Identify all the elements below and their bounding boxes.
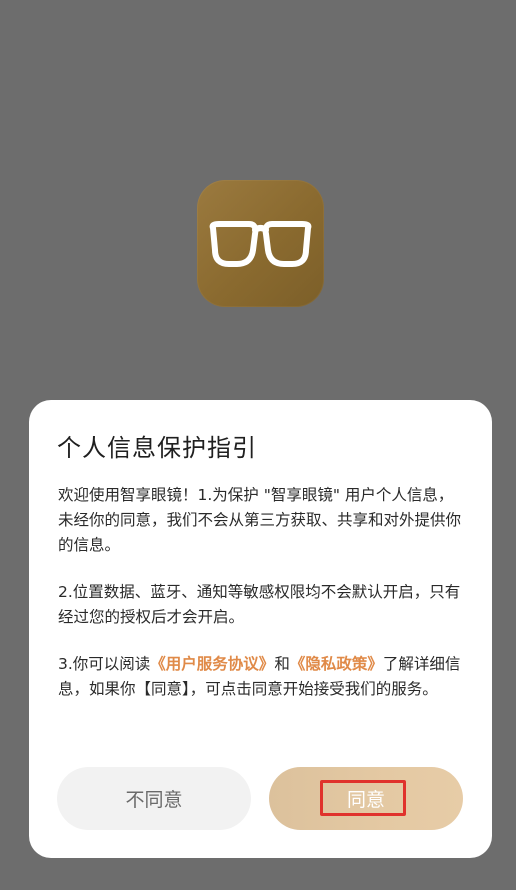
agree-button-label: 同意	[346, 789, 385, 811]
screen: 个人信息保护指引 欢迎使用智享眼镜！1.为保护 "智享眼镜" 用户个人信息，未经…	[0, 0, 516, 890]
paragraph-permissions: 2.位置数据、蓝牙、通知等敏感权限均不会默认开启，只有经过您的授权后才会开启。	[58, 583, 461, 626]
paragraph-agreements-prefix: 3.你可以阅读	[58, 655, 151, 673]
dialog-body: 欢迎使用智享眼镜！1.为保护 "智享眼镜" 用户个人信息，未经你的同意，我们不会…	[58, 483, 466, 724]
agree-button[interactable]: 同意	[269, 767, 463, 830]
paragraph-agreements-and: 和	[274, 655, 290, 673]
paragraph-agreements: 3.你可以阅读《用户服务协议》和《隐私政策》了解详细信息，如果你【同意】，可点击…	[58, 652, 466, 702]
disagree-button[interactable]: 不同意	[57, 767, 251, 830]
disagree-button-label: 不同意	[125, 789, 183, 811]
privacy-dialog: 个人信息保护指引 欢迎使用智享眼镜！1.为保护 "智享眼镜" 用户个人信息，未经…	[29, 400, 492, 858]
paragraph-intro: 欢迎使用智享眼镜！1.为保护 "智享眼镜" 用户个人信息，未经你的同意，我们不会…	[58, 486, 462, 554]
dialog-title: 个人信息保护指引	[57, 434, 257, 462]
glasses-icon	[209, 221, 312, 267]
privacy-policy-link[interactable]: 《隐私政策》	[290, 655, 383, 673]
user-agreement-link[interactable]: 《用户服务协议》	[150, 655, 274, 673]
app-icon	[197, 180, 324, 307]
